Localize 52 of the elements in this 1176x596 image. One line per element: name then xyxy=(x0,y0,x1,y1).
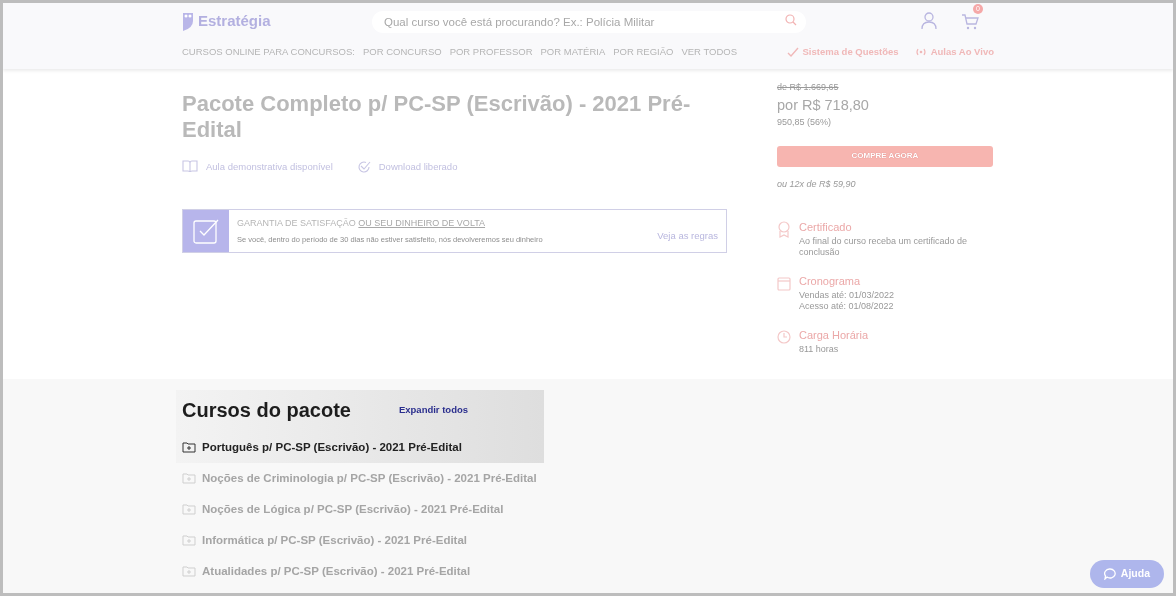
nav-link[interactable]: POR MATÉRIA xyxy=(540,44,606,60)
check-icon xyxy=(786,47,799,57)
guarantee-title: GARANTIA DE SATISFAÇÃO OU SEU DINHEIRO DE VOLTA xyxy=(237,217,487,231)
course-item[interactable]: Atualidades p/ PC-SP (Escrivão) - 2021 Pré-Edital xyxy=(182,556,471,587)
nav-link[interactable]: POR CONCURSO xyxy=(362,44,442,60)
folder-plus-icon xyxy=(182,473,196,484)
info-text: Ao final do curso receba um certificado de conclusão xyxy=(799,235,969,258)
calendar-icon xyxy=(777,275,791,293)
info-text: Vendas até: 01/03/2022 xyxy=(799,289,895,301)
check-circle-icon xyxy=(356,159,371,174)
feature-text: Download liberado xyxy=(378,159,458,174)
nav-link[interactable]: POR PROFESSOR xyxy=(449,44,533,60)
ribbon-icon xyxy=(777,221,791,239)
help-button[interactable]: Ajuda xyxy=(1089,560,1164,588)
info-text: Acesso até: 01/08/2022 xyxy=(799,300,895,312)
buy-button[interactable]: COMPRE AGORA xyxy=(777,145,993,167)
info-title: Cronograma xyxy=(799,274,862,290)
header-link[interactable]: Aulas Ao Vivo xyxy=(914,44,994,60)
nav-label: CURSOS ONLINE PARA CONCURSOS: xyxy=(182,44,355,59)
discount-text: 950,85 (56%) xyxy=(777,116,833,130)
cart-icon[interactable] xyxy=(961,13,979,30)
course-item[interactable]: Português p/ PC-SP (Escrivão) - 2021 Pré-Edital xyxy=(182,432,462,463)
nav-link[interactable]: POR REGIÃO xyxy=(613,44,674,60)
course-item[interactable]: Noções de Lógica p/ PC-SP (Escrivão) - 2021 Pré-Edital xyxy=(182,494,504,525)
rules-link[interactable]: Veja as regras xyxy=(657,228,726,253)
course-item[interactable]: Informática p/ PC-SP (Escrivão) - 2021 Pré-Edital xyxy=(182,525,468,556)
price: por R$ 718,80 xyxy=(777,95,870,115)
info-title: Carga Horária xyxy=(799,328,869,344)
old-price: de R$ 1.669,65 xyxy=(777,81,840,94)
info-title: Certificado xyxy=(799,220,853,236)
section-title: Cursos do pacote xyxy=(182,398,351,422)
search-field[interactable]: Qual curso você está procurando? Ex.: Polícia Militar xyxy=(372,9,806,33)
search-icon[interactable] xyxy=(785,14,797,26)
course-title: Pacote Completo p/ PC-SP (Escrivão) - 2021 Pré-Edital xyxy=(182,91,692,144)
info-text: 811 horas xyxy=(799,343,840,355)
clock-icon xyxy=(777,329,791,347)
owl-logo-icon xyxy=(182,10,194,32)
folder-plus-icon xyxy=(182,504,196,515)
expand-all-link[interactable]: Expandir todos xyxy=(398,402,469,418)
nav-link[interactable]: VER TODOS xyxy=(681,44,738,60)
folder-plus-icon xyxy=(182,566,196,577)
folder-plus-icon xyxy=(182,442,196,453)
folder-plus-icon xyxy=(182,535,196,546)
broadcast-icon xyxy=(914,47,927,57)
header-link[interactable]: Sistema de Questões xyxy=(786,44,899,60)
chat-icon xyxy=(1103,568,1116,580)
installments-text: ou 12x de R$ 59,90 xyxy=(777,177,857,191)
checkbox-icon xyxy=(193,218,219,245)
course-item[interactable]: Noções de Criminologia p/ PC-SP (Escrivão) - 2021 Pré-Edital xyxy=(182,463,537,494)
logo-text[interactable]: Estratégia xyxy=(198,9,271,33)
user-icon[interactable] xyxy=(921,12,937,30)
book-icon xyxy=(182,160,198,174)
